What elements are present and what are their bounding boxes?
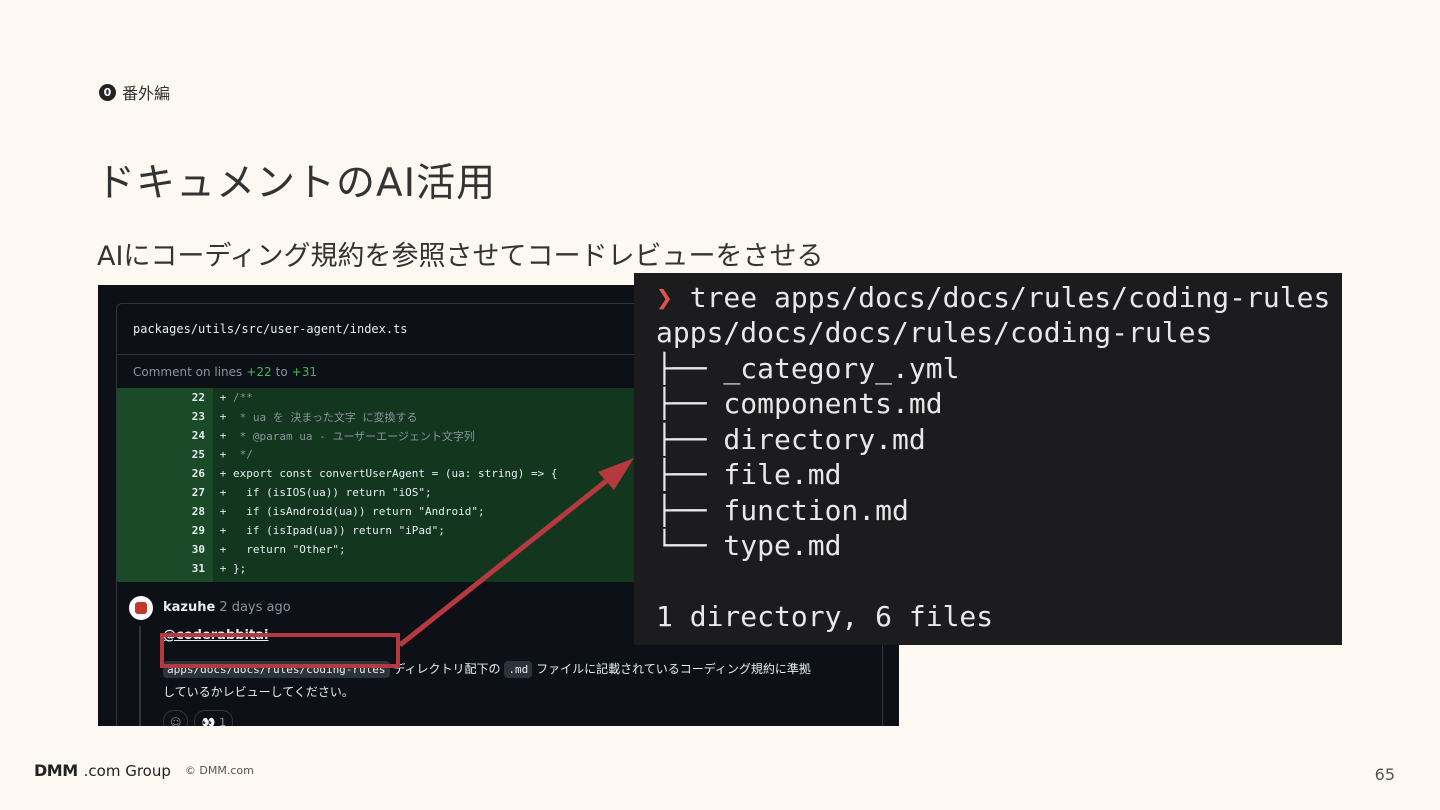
brand-logo: DMM [34, 761, 78, 780]
pointer-arrow [398, 458, 634, 647]
footer-logo: DMM .com Group © DMM.com [34, 761, 254, 780]
copyright: © DMM.com [184, 764, 254, 777]
page-number: 65 [1374, 765, 1395, 784]
brand-suffix: .com Group [83, 761, 171, 780]
